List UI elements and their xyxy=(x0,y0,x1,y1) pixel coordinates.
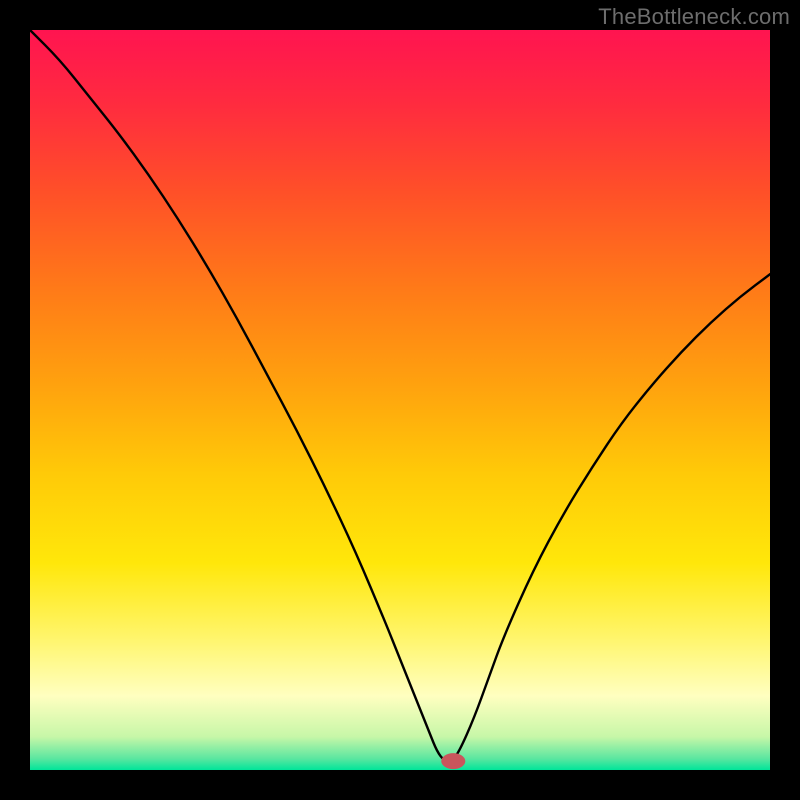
attribution-label: TheBottleneck.com xyxy=(598,4,790,30)
optimum-marker xyxy=(441,753,465,769)
chart-frame: TheBottleneck.com xyxy=(0,0,800,800)
bottleneck-chart xyxy=(0,0,800,800)
